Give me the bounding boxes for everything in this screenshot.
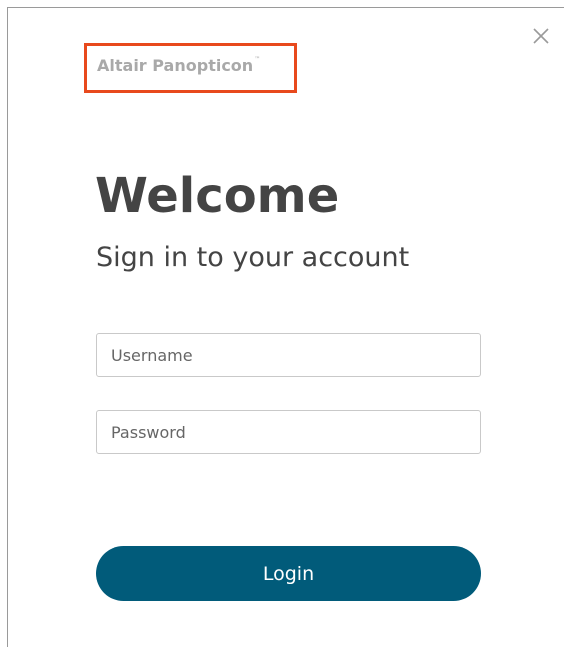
sign-in-subtitle: Sign in to your account: [96, 242, 410, 273]
welcome-title: Welcome: [95, 168, 340, 224]
password-input[interactable]: [96, 410, 481, 454]
username-input[interactable]: [96, 333, 481, 377]
brand-name: Altair Panopticon: [97, 56, 254, 75]
login-button[interactable]: Login: [96, 546, 481, 601]
close-icon: [533, 28, 549, 44]
brand-logo: Altair Panopticon™: [97, 56, 260, 75]
close-button[interactable]: [527, 22, 555, 50]
trademark-symbol: ™: [254, 56, 261, 63]
